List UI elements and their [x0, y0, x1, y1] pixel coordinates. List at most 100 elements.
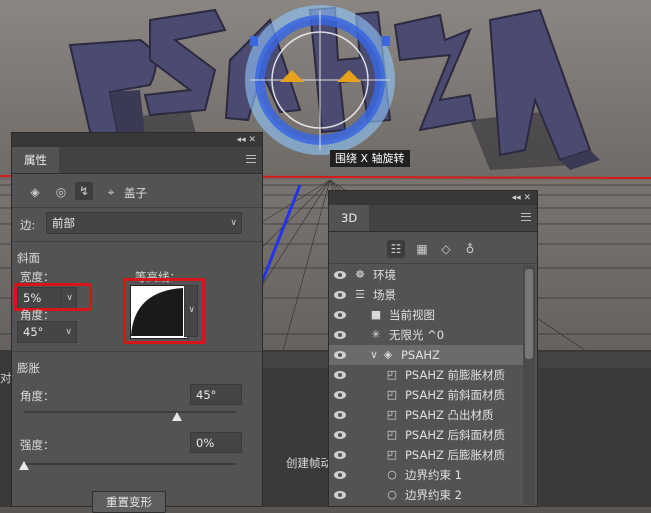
strength-label: 强度： [20, 438, 55, 452]
material-icon: ◰ [386, 368, 398, 381]
camera-icon: ■ [370, 308, 382, 321]
frame-animation-label[interactable]: 创建帧动 [286, 455, 332, 471]
whole-scene-icon[interactable]: ☷ [387, 240, 405, 258]
deform-icon[interactable]: ◎ [52, 183, 70, 201]
panel-menu-icon[interactable] [246, 155, 256, 163]
angle-bevel-input[interactable]: 45° ∨ [17, 321, 77, 343]
scene-tree-item-label: PSAHZ 凸出材质 [405, 408, 494, 422]
strength-input[interactable]: 0% [190, 432, 242, 453]
scene-tree-item[interactable]: ✳ 无限光 ^0 [329, 325, 523, 345]
environment-icon: ☸ [355, 268, 365, 281]
divider [12, 207, 262, 208]
visibility-eye-icon[interactable] [334, 391, 346, 399]
chevron-down-icon: ∨ [230, 218, 237, 228]
tooltip-rotate-x: 围绕 X 轴旋转 [330, 150, 410, 167]
scene-tree-item-label: 环境 [373, 268, 396, 282]
properties-panel-titlebar[interactable]: ◂◂ ✕ [12, 133, 262, 147]
tab-properties[interactable]: 属性 [12, 147, 59, 173]
scene-tree-item-label: PSAHZ 前膨胀材质 [405, 368, 505, 382]
scene-icon: ☰ [355, 288, 365, 301]
inflate-angle-label: 角度： [20, 389, 55, 403]
material-icon: ◰ [386, 408, 398, 421]
panel-menu-icon[interactable] [521, 213, 531, 221]
scene-tree-item-label: PSAHZ 后膨胀材质 [405, 448, 505, 462]
coordinates-icon[interactable]: ⌖ [102, 183, 120, 201]
scene-tree-item-label: PSAHZ [401, 348, 440, 362]
visibility-eye-icon[interactable] [334, 311, 346, 319]
material-filter-icon[interactable]: ◇ [437, 240, 455, 258]
divider [329, 263, 537, 264]
properties-panel: ◂◂ ✕ 属性 ◈ ◎ ↯ ⌖ 盖子 边: 前部 ∨ 斜面 宽度： 5% ∨ 角… [11, 132, 263, 513]
constraint-icon: ○ [387, 488, 397, 501]
scene-tree-item-label: 边界约束 2 [405, 488, 462, 502]
inflate-angle-slider[interactable] [24, 411, 236, 413]
collapse-close-controls[interactable]: ◂◂ ✕ [237, 133, 256, 147]
3d-panel: ◂◂ ✕ 3D ☷ ▦ ◇ ♁ ☸ 环境 ☰ 场景 ■ 当前视图 ✳ 无限光 ^0 ∨ ◈ PSAH… [328, 190, 538, 507]
infinite-light-icon: ✳ [371, 328, 381, 341]
visibility-eye-icon[interactable] [334, 471, 346, 479]
visibility-eye-icon[interactable] [334, 291, 346, 299]
cap-icon[interactable]: ↯ [75, 182, 93, 200]
properties-tabrow: 属性 [12, 147, 262, 174]
scrollbar[interactable] [523, 265, 535, 505]
highlight-contour [123, 278, 205, 344]
scene-tree-item-label: 无限光 ^0 [389, 328, 445, 342]
mesh-filter-icon[interactable]: ▦ [413, 240, 431, 258]
3d-tabrow: 3D [329, 205, 537, 232]
strength-slider[interactable] [24, 463, 236, 465]
inflate-section-title: 膨胀 [17, 361, 40, 375]
material-icon: ◰ [386, 448, 398, 461]
scene-tree-item[interactable]: ◰ PSAHZ 前膨胀材质 [329, 365, 523, 385]
divider [12, 351, 262, 352]
inflate-angle-slider-thumb[interactable] [171, 412, 182, 421]
scene-tree-item-label: PSAHZ 前斜面材质 [405, 388, 505, 402]
scene-tree-item[interactable]: ◰ PSAHZ 后斜面材质 [329, 425, 523, 445]
reset-deform-button[interactable]: 重置变形 [92, 491, 166, 513]
mesh-icon: ◈ [383, 348, 393, 361]
visibility-eye-icon[interactable] [334, 411, 346, 419]
mesh-icon[interactable]: ◈ [26, 183, 44, 201]
mode-label: 盖子 [124, 186, 147, 200]
visibility-eye-icon[interactable] [334, 491, 346, 499]
strength-value: 0% [196, 436, 215, 450]
tab-3d[interactable]: 3D [329, 205, 370, 231]
left-edge-label: 对 [0, 371, 12, 385]
scrollbar-thumb[interactable] [525, 269, 533, 359]
scene-tree-item[interactable]: ◰ PSAHZ 后膨胀材质 [329, 445, 523, 465]
visibility-eye-icon[interactable] [334, 351, 346, 359]
scene-tree-item[interactable]: ○ 边界约束 1 [329, 465, 523, 485]
edge-label: 边: [20, 218, 36, 232]
visibility-eye-icon[interactable] [334, 431, 346, 439]
scene-tree-item-label: PSAHZ 后斜面材质 [405, 428, 505, 442]
chevron-down-icon: ∨ [65, 327, 72, 337]
visibility-eye-icon[interactable] [334, 451, 346, 459]
3d-panel-titlebar[interactable]: ◂◂ ✕ [329, 191, 537, 205]
expand-toggle-icon[interactable]: ∨ [367, 348, 381, 362]
collapse-close-controls[interactable]: ◂◂ ✕ [512, 191, 531, 205]
inflate-angle-value: 45° [196, 388, 217, 402]
material-icon: ◰ [386, 428, 398, 441]
visibility-eye-icon[interactable] [334, 271, 346, 279]
scene-tree-item[interactable]: ◰ PSAHZ 前斜面材质 [329, 385, 523, 405]
scene-tree-item[interactable]: ☸ 环境 [329, 265, 523, 285]
strength-slider-thumb[interactable] [19, 461, 29, 470]
angle-bevel-value: 45° [23, 325, 44, 339]
scene-tree-item[interactable]: ∨ ◈ PSAHZ [329, 345, 523, 365]
visibility-eye-icon[interactable] [334, 371, 346, 379]
edge-select-value: 前部 [52, 216, 75, 230]
scene-tree-item[interactable]: ◰ PSAHZ 凸出材质 [329, 405, 523, 425]
constraint-icon: ○ [387, 468, 397, 481]
scene-tree-item-label: 场景 [373, 288, 396, 302]
light-filter-icon[interactable]: ♁ [461, 240, 479, 258]
scene-tree-item[interactable]: ○ 边界约束 2 [329, 485, 523, 505]
inflate-angle-input[interactable]: 45° [190, 384, 242, 405]
bevel-section-title: 斜面 [17, 251, 40, 265]
scene-tree-item[interactable]: ■ 当前视图 [329, 305, 523, 325]
scene-tree-item-label: 边界约束 1 [405, 468, 462, 482]
scene-tree-item[interactable]: ☰ 场景 [329, 285, 523, 305]
material-icon: ◰ [386, 388, 398, 401]
scene-tree: ☸ 环境 ☰ 场景 ■ 当前视图 ✳ 无限光 ^0 ∨ ◈ PSAHZ ◰ PSAHZ 前膨胀材质 ◰ PS… [329, 265, 539, 505]
visibility-eye-icon[interactable] [334, 331, 346, 339]
edge-select[interactable]: 前部 ∨ [46, 212, 242, 234]
divider [12, 241, 262, 242]
